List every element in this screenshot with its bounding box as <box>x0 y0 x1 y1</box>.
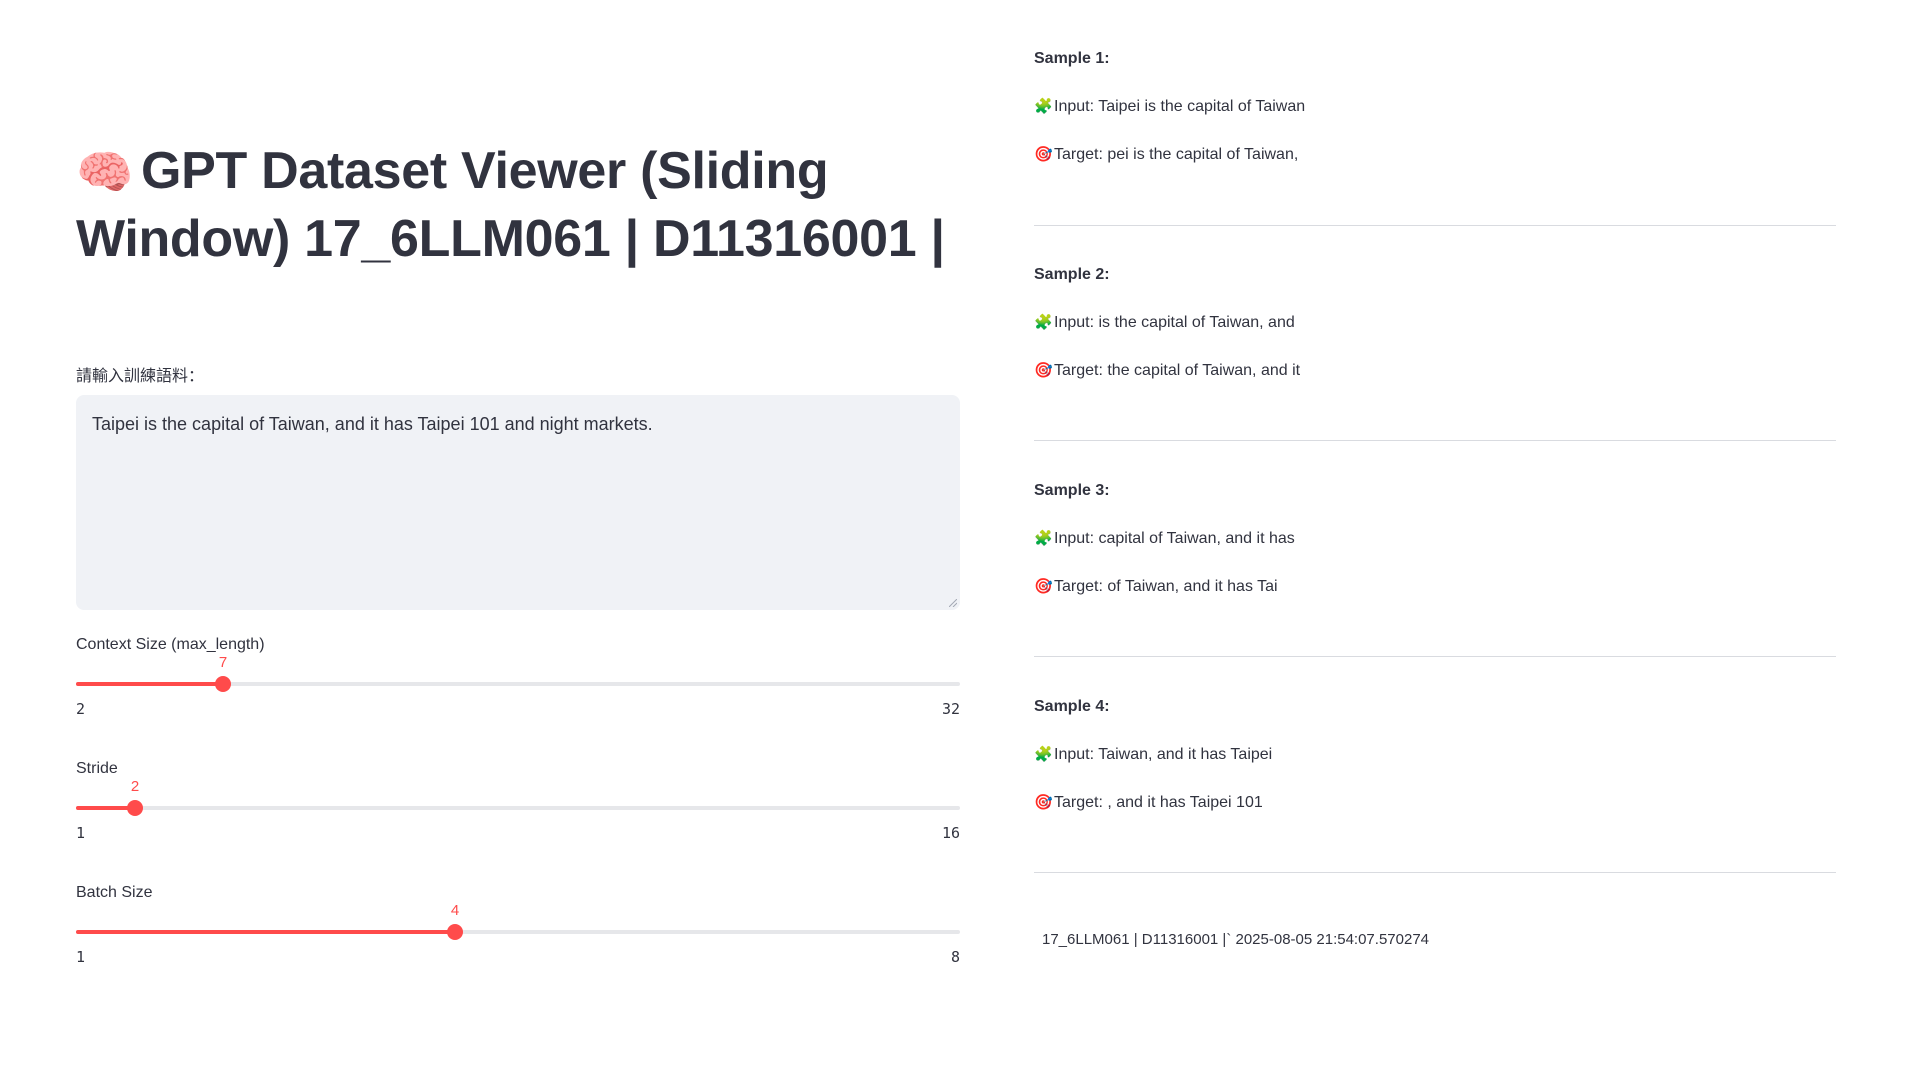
slider-value: 7 <box>218 654 228 671</box>
slider-thumb[interactable] <box>447 924 463 940</box>
slider-max: 16 <box>941 824 960 842</box>
divider <box>1034 225 1836 226</box>
slider-min: 2 <box>76 700 86 718</box>
slider-value: 2 <box>130 778 140 795</box>
sample-title: Sample 3: <box>1034 482 1110 499</box>
sample-input: 🧩Input: is the capital of Taiwan, and <box>1034 313 1295 332</box>
sample-input-text: Input: Taipei is the capital of Taiwan <box>1054 98 1306 115</box>
training-text-input[interactable]: Taipei is the capital of Taiwan, and it … <box>76 395 960 610</box>
target-icon: 🎯 <box>1034 146 1053 163</box>
stride-label: Stride <box>76 760 118 777</box>
slider-thumb[interactable] <box>215 676 231 692</box>
slider-max: 8 <box>950 948 960 966</box>
sample-title: Sample 4: <box>1034 698 1110 715</box>
sample-input-text: Input: capital of Taiwan, and it has <box>1054 530 1295 547</box>
page-title: 🧠 GPT Dataset Viewer (Sliding Window) 17_… <box>76 138 960 273</box>
slider-fill <box>76 930 455 934</box>
slider-max: 32 <box>941 700 960 718</box>
target-icon: 🎯 <box>1034 362 1053 379</box>
divider <box>1034 656 1836 657</box>
puzzle-icon: 🧩 <box>1034 314 1053 331</box>
context-size-slider: Context Size (max_length) 7 2 32 <box>76 636 960 736</box>
footer-timestamp: 17_6LLM061 | D11316001 |` 2025-08-05 21:… <box>1042 931 1429 948</box>
divider <box>1034 440 1836 441</box>
resize-handle-icon[interactable] <box>949 599 957 607</box>
sample-target: 🎯Target: pei is the capital of Taiwan, <box>1034 145 1298 164</box>
sample-target-text: Target: of Taiwan, and it has Tai <box>1054 578 1278 595</box>
divider <box>1034 872 1836 873</box>
sample-target-text: Target: , and it has Taipei 101 <box>1054 794 1263 811</box>
page-title-text: GPT Dataset Viewer (Sliding Window) 17_6… <box>76 142 945 268</box>
puzzle-icon: 🧩 <box>1034 98 1053 115</box>
textarea-label: 請輸入訓練語料： <box>76 368 205 385</box>
sample-target-text: Target: pei is the capital of Taiwan, <box>1054 146 1299 163</box>
sample-input-text: Input: Taiwan, and it has Taipei <box>1054 746 1273 763</box>
slider-min: 1 <box>76 948 86 966</box>
training-text-value: Taipei is the capital of Taiwan, and it … <box>92 414 653 434</box>
target-icon: 🎯 <box>1034 794 1053 811</box>
slider-value: 4 <box>450 902 460 919</box>
sample-target: 🎯Target: the capital of Taiwan, and it <box>1034 361 1300 380</box>
sample-input-text: Input: is the capital of Taiwan, and <box>1054 314 1295 331</box>
sample-target-text: Target: the capital of Taiwan, and it <box>1054 362 1301 379</box>
stride-slider: Stride 2 1 16 <box>76 760 960 860</box>
sample-target: 🎯Target: , and it has Taipei 101 <box>1034 793 1263 812</box>
sample-target: 🎯Target: of Taiwan, and it has Tai <box>1034 577 1278 596</box>
sample-title: Sample 1: <box>1034 50 1110 67</box>
sample-title: Sample 2: <box>1034 266 1110 283</box>
slider-min: 1 <box>76 824 86 842</box>
puzzle-icon: 🧩 <box>1034 746 1053 763</box>
slider-thumb[interactable] <box>127 800 143 816</box>
slider-fill <box>76 682 223 686</box>
target-icon: 🎯 <box>1034 578 1053 595</box>
slider-track[interactable] <box>76 806 960 810</box>
context-size-label: Context Size (max_length) <box>76 636 265 653</box>
puzzle-icon: 🧩 <box>1034 530 1053 547</box>
sample-input: 🧩Input: Taiwan, and it has Taipei <box>1034 745 1272 764</box>
brain-icon: 🧠 <box>76 146 133 198</box>
batch-size-slider: Batch Size 4 1 8 <box>76 884 960 984</box>
sample-input: 🧩Input: capital of Taiwan, and it has <box>1034 529 1295 548</box>
sample-input: 🧩Input: Taipei is the capital of Taiwan <box>1034 97 1305 116</box>
batch-size-label: Batch Size <box>76 884 153 901</box>
